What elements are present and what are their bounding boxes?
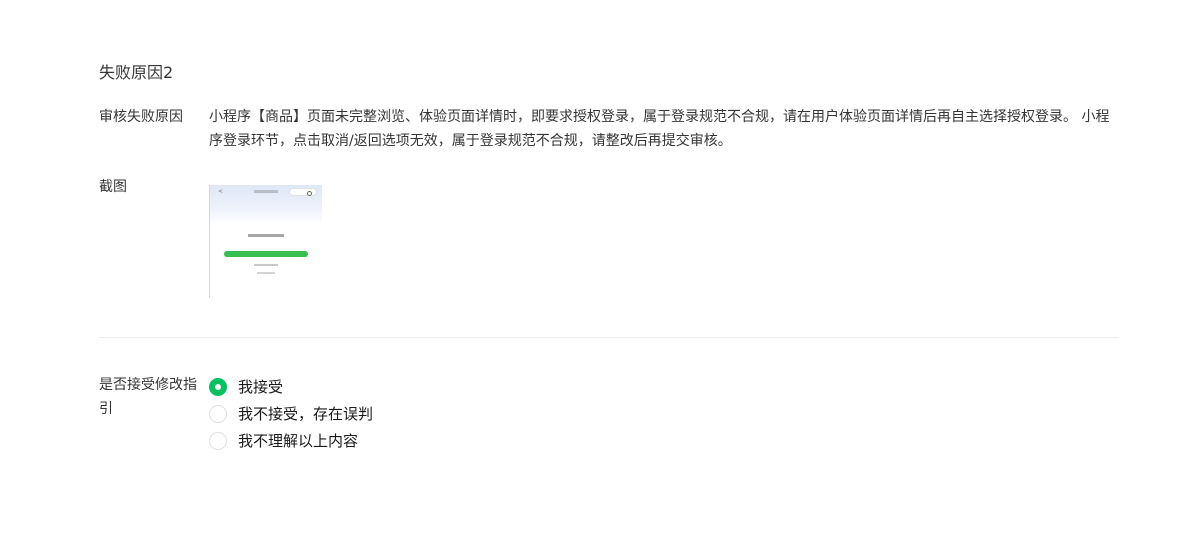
radio-option-label: 我不理解以上内容 bbox=[238, 431, 359, 450]
guidance-label: 是否接受修改指引 bbox=[99, 377, 197, 417]
guidance-radio-group: 我接受 我不接受，存在误判 我不理解以上内容 bbox=[209, 373, 373, 454]
radio-unchecked-icon[interactable] bbox=[209, 431, 227, 450]
radio-option-label: 我接受 bbox=[238, 377, 284, 396]
thumbnail-link bbox=[257, 272, 275, 274]
divider bbox=[99, 337, 1119, 338]
radio-option-reject[interactable]: 我不接受，存在误判 bbox=[209, 400, 373, 427]
thumbnail-login-button bbox=[224, 251, 308, 257]
radio-checked-icon[interactable] bbox=[209, 377, 227, 396]
reason-label: 审核失败原因 bbox=[99, 109, 183, 125]
radio-option-accept[interactable]: 我接受 bbox=[209, 373, 373, 400]
radio-option-label: 我不接受，存在误判 bbox=[238, 404, 374, 423]
radio-option-unclear[interactable]: 我不理解以上内容 bbox=[209, 427, 373, 454]
thumbnail-text bbox=[248, 234, 284, 237]
radio-unchecked-icon[interactable] bbox=[209, 404, 227, 423]
reason-text: 小程序【商品】页面未完整浏览、体验页面详情时，即要求授权登录，属于登录规范不合规… bbox=[209, 109, 1110, 149]
thumbnail-capsule-icon bbox=[289, 188, 317, 196]
thumbnail-back-icon: < bbox=[218, 188, 224, 195]
screenshot-label: 截图 bbox=[99, 179, 127, 195]
thumbnail-link bbox=[254, 264, 278, 266]
screenshot-thumbnail[interactable]: < bbox=[209, 185, 322, 298]
thumbnail-title bbox=[254, 190, 278, 193]
section-title: 失败原因2 bbox=[99, 63, 174, 82]
